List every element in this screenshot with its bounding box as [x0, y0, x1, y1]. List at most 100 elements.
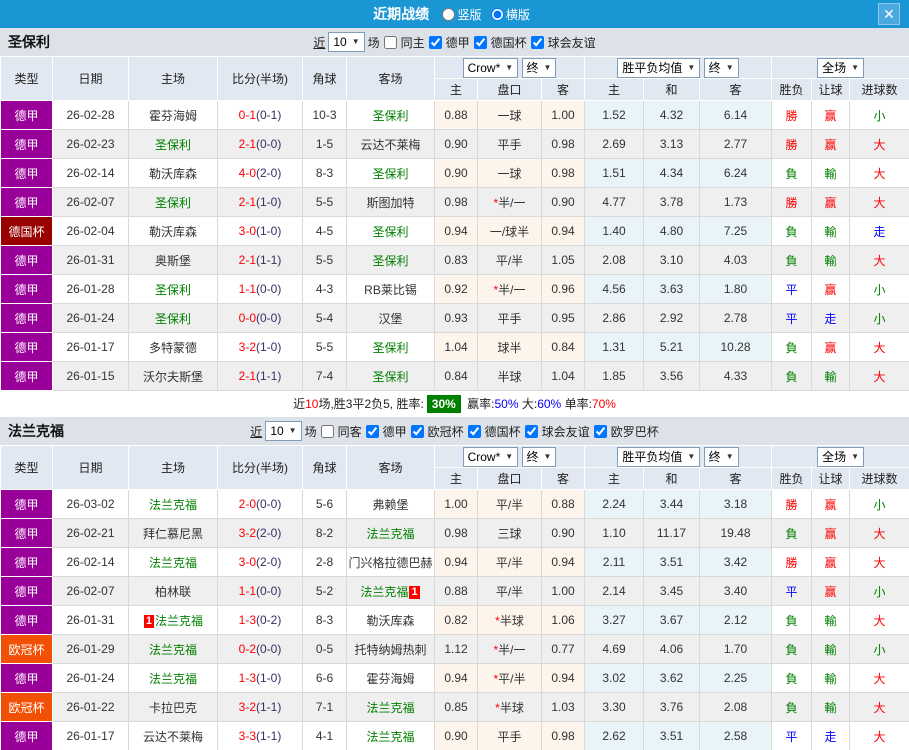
match-date: 26-02-23	[52, 129, 129, 159]
full-score: 0-2	[238, 642, 256, 656]
company-select[interactable]: Crow* ▼	[462, 446, 519, 467]
corner-score: 8-3	[302, 605, 347, 635]
home-team: 多特蒙德	[128, 332, 218, 362]
scope-select[interactable]: 全场 ▼	[817, 57, 864, 78]
recent-count-select[interactable]: 10 ▼	[265, 421, 302, 441]
eu-draw-odds: 4.06	[643, 634, 700, 664]
team-name-text: 多特蒙德	[148, 340, 197, 355]
league-cell: 德甲	[0, 576, 53, 606]
away-team: 法兰克福	[346, 721, 435, 750]
result-handicap: 赢	[811, 274, 851, 304]
company-select[interactable]: Crow* ▼	[462, 57, 519, 78]
half-score: (2-0)	[256, 166, 282, 180]
col-ah-home: 主	[434, 78, 478, 101]
wdl-avg-select[interactable]: 胜平负均值 ▼	[617, 57, 701, 78]
league-cell: 德甲	[0, 158, 53, 188]
full-score: 1-1	[238, 282, 256, 296]
ah-final-select[interactable]: 终 ▼	[521, 57, 557, 78]
match-date: 26-02-28	[52, 100, 129, 130]
score-cell: 2-1(0-0)	[217, 129, 303, 159]
scope-select-value: 全场	[822, 60, 847, 75]
table-row: 德甲 26-01-28 圣保利 1-1(0-0) 4-3 RB莱比锡 0.92 …	[0, 274, 909, 304]
league-filter-checkbox[interactable]	[524, 424, 538, 438]
team-name-text: 奥斯堡	[154, 253, 191, 268]
result-goals: 大	[849, 547, 909, 577]
same-venue-checkbox[interactable]	[383, 35, 397, 49]
league-filter-checkbox[interactable]	[473, 35, 487, 49]
team-name-text: 勒沃库森	[148, 166, 197, 181]
half-score: (1-0)	[256, 224, 282, 238]
full-score: 2-0	[238, 497, 256, 511]
match-date: 26-01-24	[52, 303, 129, 333]
eu-home-odds: 2.69	[584, 129, 644, 159]
league-filter-checkbox[interactable]	[365, 424, 379, 438]
league-cell: 德甲	[0, 518, 53, 548]
layout-horizontal-option[interactable]: 横版	[490, 8, 530, 22]
ah-line: 三球	[477, 518, 542, 548]
ah-home-odds: 1.04	[434, 332, 478, 362]
ah-home-odds: 0.94	[434, 663, 478, 693]
ah-odds-group: Crow* ▼ 终 ▼	[434, 445, 585, 468]
result-wdl: 勝	[771, 187, 813, 217]
chevron-down-icon: ▼	[687, 451, 696, 461]
matches-table: 类型 日期 主场 比分(半场) 角球 客场 Crow* ▼ 终 ▼ 胜平负均值 ▼ 终…	[0, 445, 909, 750]
half-score: (1-1)	[256, 369, 282, 383]
result-handicap: 赢	[811, 332, 851, 362]
league-filter-checkbox[interactable]	[530, 35, 544, 49]
eu-away-odds: 4.33	[698, 361, 773, 391]
star-mark: *	[495, 613, 500, 628]
eu-away-odds: 2.25	[698, 663, 773, 693]
home-team: 法兰克福	[128, 547, 218, 577]
team-name-text: 圣保利	[372, 340, 409, 355]
eu-home-odds: 2.14	[584, 576, 644, 606]
team-name-text: 霍芬海姆	[366, 671, 415, 686]
eu-final-select[interactable]: 终 ▼	[703, 446, 739, 467]
eu-away-odds: 3.40	[698, 576, 773, 606]
ah-home-odds: 1.00	[434, 489, 478, 519]
summary-text: 赢率:	[463, 397, 495, 411]
eu-draw-odds: 3.13	[643, 129, 700, 159]
eu-draw-odds: 3.63	[643, 274, 700, 304]
win-rate-badge: 30%	[426, 395, 461, 413]
eu-odds-group: 胜平负均值 ▼ 终 ▼	[583, 56, 773, 79]
layout-vertical-option[interactable]: 竖版	[442, 8, 482, 22]
eu-home-odds: 4.69	[584, 634, 644, 664]
home-team: 1 法兰克福	[128, 605, 218, 635]
league-filter-label: 球会友谊	[547, 35, 596, 50]
company-select-value: Crow*	[467, 449, 501, 464]
score-cell: 1-1(0-0)	[217, 274, 303, 304]
recent-count-select[interactable]: 10 ▼	[328, 32, 365, 52]
same-venue-checkbox[interactable]	[320, 424, 334, 438]
scope-select[interactable]: 全场 ▼	[817, 446, 864, 467]
away-team: 圣保利	[346, 158, 435, 188]
league-filter-checkbox[interactable]	[428, 35, 442, 49]
league-filter-checkbox[interactable]	[593, 424, 607, 438]
league-filter-checkbox[interactable]	[467, 424, 481, 438]
wdl-avg-select-value: 胜平负均值	[622, 60, 683, 75]
league-cell: 德甲	[0, 129, 53, 159]
horizontal-radio[interactable]	[490, 8, 504, 22]
result-goals: 小	[849, 100, 909, 130]
team-name-text: 弗赖堡	[372, 497, 409, 512]
result-goals: 小	[849, 576, 909, 606]
vertical-radio[interactable]	[442, 8, 456, 22]
half-score: (1-1)	[256, 729, 282, 743]
close-button[interactable]: ✕	[878, 3, 900, 25]
result-wdl: 負	[771, 518, 813, 548]
league-filter-checkbox[interactable]	[410, 424, 424, 438]
team-title: 圣保利	[8, 34, 50, 50]
wdl-avg-select[interactable]: 胜平负均值 ▼	[617, 446, 701, 467]
match-date: 26-01-31	[52, 605, 129, 635]
ah-away-odds: 0.98	[541, 129, 585, 159]
eu-odds-group: 胜平负均值 ▼ 终 ▼	[583, 445, 773, 468]
score-cell: 0-0(0-0)	[217, 303, 303, 333]
ah-final-select[interactable]: 终 ▼	[521, 446, 557, 467]
ah-away-odds: 1.03	[541, 692, 585, 722]
full-score: 2-1	[238, 195, 256, 209]
ah-line: 平手	[477, 303, 542, 333]
col-eu-away: 客	[698, 78, 773, 101]
col-type: 类型	[0, 445, 53, 490]
match-date: 26-01-28	[52, 274, 129, 304]
eu-final-select[interactable]: 终 ▼	[703, 57, 739, 78]
eu-home-odds: 4.77	[584, 187, 644, 217]
